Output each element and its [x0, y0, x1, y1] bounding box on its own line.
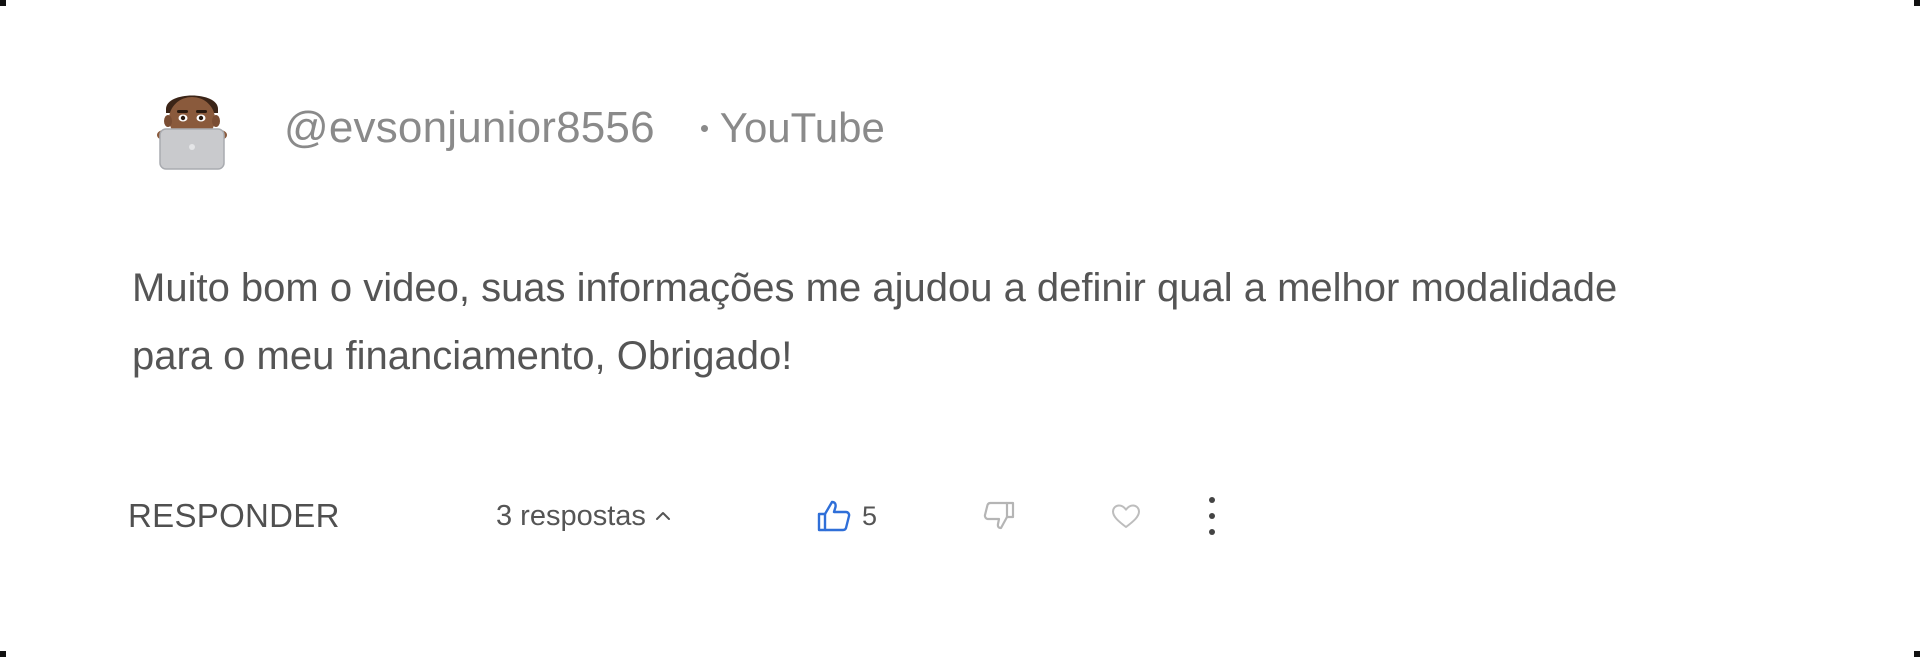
memoji-laptop-avatar-icon: [157, 95, 227, 170]
comment-header: @evsonjunior8556 YouTube: [150, 80, 885, 176]
heart-button[interactable]: [1110, 488, 1142, 544]
corner-mark: [0, 651, 6, 657]
dislike-button[interactable]: [982, 488, 1016, 544]
comment-source: YouTube: [700, 104, 885, 152]
more-vertical-icon: [1209, 497, 1215, 535]
like-count: 5: [862, 500, 878, 531]
separator-dot: [700, 124, 708, 132]
comment-actions: RESPONDER 3 respostas 5: [128, 488, 1328, 544]
corner-mark: [0, 0, 6, 6]
thumbs-down-icon: [983, 501, 1015, 530]
heart-icon: [1112, 504, 1140, 528]
corner-mark: [1914, 0, 1920, 6]
author-handle[interactable]: @evsonjunior8556: [284, 103, 655, 153]
reply-button[interactable]: RESPONDER: [128, 488, 340, 544]
replies-toggle[interactable]: 3 respostas: [496, 488, 672, 544]
comment-text: Muito bom o video, suas informações me a…: [132, 266, 1618, 378]
corner-mark: [1914, 651, 1920, 657]
comment-card: @evsonjunior8556 YouTube Muito bom o vid…: [0, 0, 1920, 657]
avatar[interactable]: [150, 83, 234, 173]
like-button[interactable]: 5: [816, 488, 877, 544]
replies-label: 3 respostas: [496, 499, 646, 532]
thumbs-up-icon: [817, 500, 851, 532]
platform-label: YouTube: [719, 104, 885, 151]
chevron-up-icon: [655, 512, 670, 520]
more-options-button[interactable]: [1206, 488, 1218, 544]
